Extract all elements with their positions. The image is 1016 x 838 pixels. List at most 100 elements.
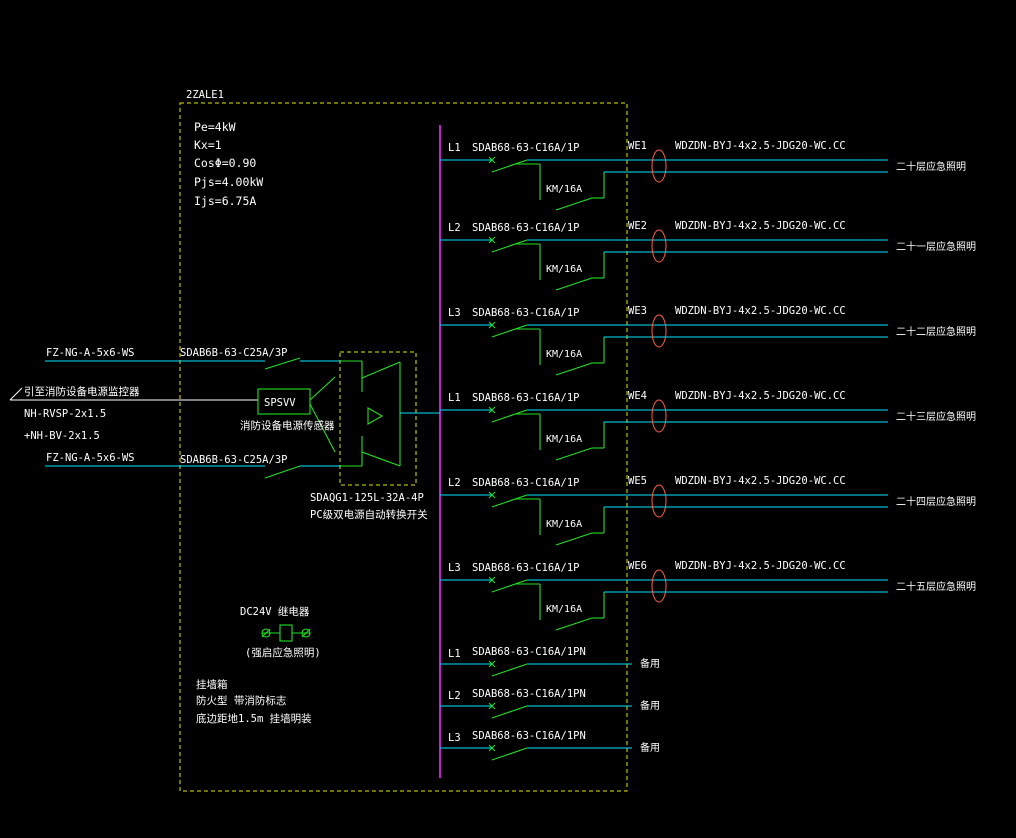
incoming-breaker-1: SDAB6B-63-C25A/3P xyxy=(180,347,287,359)
contactor-blade xyxy=(555,447,593,461)
circuit-contactor: KM/16A xyxy=(546,184,582,195)
circuit-cable: WDZDN-BYJ-4x2.5-JDG20-WC.CC xyxy=(675,220,846,232)
ct-ring xyxy=(651,569,667,603)
panel-parameters: Pe=4kW Kx=1 CosΦ=0.90 Pjs=4.00kW Ijs=6.7… xyxy=(194,120,263,208)
circuit-contactor: KM/16A xyxy=(546,264,582,275)
circuit-contactor: KM/16A xyxy=(546,434,582,445)
circuit-6: L3 SDAB68-63-C16A/1P KM/16A WE6 WDZDN-BYJ-4x… xyxy=(440,560,976,631)
circuit-phase: L1 xyxy=(448,142,461,154)
monitor-line: 引至消防设备电源监控器 NH-RVSP-2x1.5 +NH-BV-2x1.5 xyxy=(9,385,258,442)
schematic-canvas: 2ZALE1 Pe=4kW Kx=1 CosΦ=0.90 Pjs=4.00kW … xyxy=(9,89,976,792)
circuit-contactor: KM/16A xyxy=(546,519,582,530)
circuit-breaker: SDAB68-63-C16A/1P xyxy=(472,142,579,154)
contactor-blade xyxy=(555,617,593,631)
contactor-blade xyxy=(555,197,593,211)
circuit-phase: L2 xyxy=(448,477,461,489)
spare-phase: L1 xyxy=(448,648,461,660)
circuit-cable: WDZDN-BYJ-4x2.5-JDG20-WC.CC xyxy=(675,390,846,402)
contactor-blade xyxy=(555,277,593,291)
relay-note: (强启应急照明) xyxy=(245,646,321,659)
ats-label: PC级双电源自动转换开关 xyxy=(310,508,428,521)
relay-title: DC24V 继电器 xyxy=(240,605,310,618)
ct-ring xyxy=(651,399,667,433)
breaker-blade xyxy=(491,663,528,677)
contactor-blade xyxy=(555,362,593,376)
spare-label: 备用 xyxy=(640,657,660,670)
note-2: 防火型 带消防标志 xyxy=(196,694,286,707)
sensor-label: 消防设备电源传感器 xyxy=(240,419,335,432)
ct-ring xyxy=(651,229,667,263)
breaker-blade xyxy=(491,747,528,761)
param-pe: Pe=4kW xyxy=(194,120,236,134)
breaker-blade xyxy=(491,324,528,338)
spare-phase: L2 xyxy=(448,690,461,702)
circuit-id: WE6 xyxy=(628,560,647,572)
ct-ring xyxy=(651,314,667,348)
incoming-cable-1: FZ-NG-A-5x6-WS xyxy=(46,347,135,359)
breaker-blade xyxy=(491,494,528,508)
param-kx: Kx=1 xyxy=(194,138,222,152)
spare-breaker: SDAB68-63-C16A/1PN xyxy=(472,688,586,700)
panel-name: 2ZALE1 xyxy=(186,89,224,101)
circuit-3: L3 SDAB68-63-C16A/1P KM/16A WE3 WDZDN-BYJ-4x… xyxy=(440,305,976,376)
breaker-blade xyxy=(491,159,528,173)
installation-notes: 挂墙箱 防火型 带消防标志 底边距地1.5m 挂墙明装 xyxy=(196,678,312,725)
circuit-id: WE1 xyxy=(628,140,647,152)
circuit-load: 二十二层应急照明 xyxy=(896,325,976,338)
circuit-breaker: SDAB68-63-C16A/1P xyxy=(472,307,579,319)
circuit-phase: L3 xyxy=(448,562,461,574)
circuit-id: WE3 xyxy=(628,305,647,317)
circuit-4: L1 SDAB68-63-C16A/1P KM/16A WE4 WDZDN-BYJ-4x… xyxy=(440,390,976,461)
circuit-load: 二十四层应急照明 xyxy=(896,495,976,508)
circuit-phase: L3 xyxy=(448,307,461,319)
ats-switch: SDAQG1-125L-32A-4P PC级双电源自动转换开关 xyxy=(310,351,440,521)
spare-breaker: SDAB68-63-C16A/1PN xyxy=(472,646,586,658)
outgoing-circuits: L1 SDAB68-63-C16A/1P KM/16A WE1 WDZDN-BYJ-4x… xyxy=(440,140,976,631)
circuit-contactor: KM/16A xyxy=(546,349,582,360)
circuit-cable: WDZDN-BYJ-4x2.5-JDG20-WC.CC xyxy=(675,475,846,487)
incoming-breaker-2: SDAB6B-63-C25A/3P xyxy=(180,454,287,466)
sensor-box-label: SPSVV xyxy=(264,397,296,409)
circuit-cable: WDZDN-BYJ-4x2.5-JDG20-WC.CC xyxy=(675,140,846,152)
note-3: 底边距地1.5m 挂墙明装 xyxy=(196,712,312,725)
circuit-breaker: SDAB68-63-C16A/1P xyxy=(472,392,579,404)
monitor-cable-2: +NH-BV-2x1.5 xyxy=(24,430,100,442)
relay-block: DC24V 继电器 (强启应急照明) xyxy=(240,605,321,659)
spare-label: 备用 xyxy=(640,699,660,712)
circuit-1: L1 SDAB68-63-C16A/1P KM/16A WE1 WDZDN-BYJ-4x… xyxy=(440,140,966,211)
circuit-id: WE5 xyxy=(628,475,647,487)
contactor-blade xyxy=(555,532,593,546)
ct-ring xyxy=(651,149,667,183)
spare-breaker: SDAB68-63-C16A/1PN xyxy=(472,730,586,742)
circuit-load: 二十一层应急照明 xyxy=(896,240,976,253)
breaker-blade xyxy=(491,579,528,593)
circuit-load: 二十层应急照明 xyxy=(896,160,966,173)
monitor-cable-1: NH-RVSP-2x1.5 xyxy=(24,408,106,420)
circuit-breaker: SDAB68-63-C16A/1P xyxy=(472,222,579,234)
param-cos: CosΦ=0.90 xyxy=(194,156,256,170)
ct-ring xyxy=(651,484,667,518)
circuit-phase: L1 xyxy=(448,392,461,404)
circuit-cable: WDZDN-BYJ-4x2.5-JDG20-WC.CC xyxy=(675,305,846,317)
circuit-breaker: SDAB68-63-C16A/1P xyxy=(472,477,579,489)
circuit-load: 二十五层应急照明 xyxy=(896,580,976,593)
incoming-feeder-1: FZ-NG-A-5x6-WS SDAB6B-63-C25A/3P xyxy=(45,347,340,370)
incoming-feeder-2: FZ-NG-A-5x6-WS SDAB6B-63-C25A/3P xyxy=(45,452,340,479)
circuit-id: WE2 xyxy=(628,220,647,232)
spare-label: 备用 xyxy=(640,741,660,754)
circuit-phase: L2 xyxy=(448,222,461,234)
breaker-blade xyxy=(491,409,528,423)
ats-model: SDAQG1-125L-32A-4P xyxy=(310,492,424,504)
circuit-breaker: SDAB68-63-C16A/1P xyxy=(472,562,579,574)
circuit-5: L2 SDAB68-63-C16A/1P KM/16A WE5 WDZDN-BYJ-4x… xyxy=(440,475,976,546)
circuit-id: WE4 xyxy=(628,390,647,402)
param-pjs: Pjs=4.00kW xyxy=(194,175,263,189)
breaker-blade xyxy=(491,239,528,253)
spare-phase: L3 xyxy=(448,732,461,744)
monitor-note: 引至消防设备电源监控器 xyxy=(24,385,140,398)
circuit-contactor: KM/16A xyxy=(546,604,582,615)
relay-coil xyxy=(279,624,293,642)
circuit-cable: WDZDN-BYJ-4x2.5-JDG20-WC.CC xyxy=(675,560,846,572)
circuit-load: 二十三层应急照明 xyxy=(896,410,976,423)
param-ijs: Ijs=6.75A xyxy=(194,194,256,208)
